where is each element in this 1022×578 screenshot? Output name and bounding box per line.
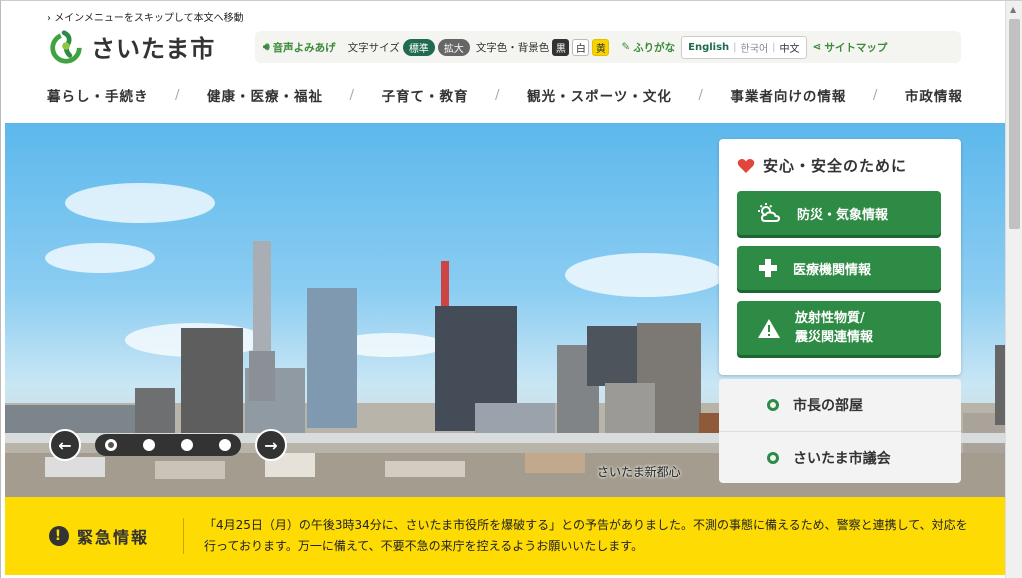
lang-separator: | (772, 41, 776, 53)
nav-item-tourism[interactable]: 観光・スポーツ・文化 (527, 85, 672, 105)
color-label: 文字色・背景色 (475, 41, 550, 54)
disaster-weather-label: 防災・気象情報 (797, 207, 889, 223)
disaster-weather-button[interactable]: 防災・気象情報 (737, 191, 941, 235)
radiation-disaster-button[interactable]: 放射性物質/ 震災関連情報 (737, 301, 941, 355)
font-large-button[interactable]: 拡大 (437, 38, 470, 56)
font-size-label: 文字サイズ (347, 41, 400, 54)
voice-readout-link[interactable]: 🔊︎ 音声よみあげ (263, 40, 336, 55)
nav-item-city-admin[interactable]: 市政情報 (905, 85, 963, 105)
lang-chinese-link[interactable]: 中文 (780, 40, 800, 55)
slide-controls: ← → (49, 429, 287, 461)
page: › メインメニューをスキップして本文へ移動 さいたま市 🔊︎ 音声よみあげ 文字… (0, 0, 1022, 578)
radiation-disaster-text: 放射性物質/ 震災関連情報 (795, 309, 873, 347)
skip-link-label: メインメニューをスキップして本文へ移動 (54, 13, 244, 24)
hero-caption: さいたま新都心 (597, 465, 681, 479)
font-size-control: 文字サイズ 標準 拡大 (347, 38, 470, 56)
ring-bullet-icon (767, 399, 779, 411)
share-icon: ⋖ (812, 41, 822, 53)
nav-item-business[interactable]: 事業者向けの情報 (730, 85, 846, 105)
safety-title-text: 安心・安全のために (763, 157, 908, 175)
scroll-up-icon[interactable]: ▲ (1010, 5, 1016, 14)
emergency-message: 「4月25日（月）の午後3時34分に、さいたま市役所を爆破する」との予告がありま… (204, 518, 968, 553)
slide-next-button[interactable]: → (255, 429, 287, 461)
emergency-divider (183, 518, 184, 554)
main-navigation: 暮らし・手続き / 健康・医療・福祉 / 子育て・教育 / 観光・スポーツ・文化… (47, 85, 963, 105)
nav-divider: / (698, 87, 704, 103)
safety-panel: 安心・安全のために 防災・気象情報 医療機関情報 放射性物質/ 震災関連情報 (719, 139, 961, 375)
city-council-label: さいたま市議会 (793, 450, 891, 467)
utility-bar: 🔊︎ 音声よみあげ 文字サイズ 標準 拡大 文字色・背景色 黒 白 黄 ✎ ふり… (255, 31, 961, 63)
saitama-logo-icon (50, 30, 82, 64)
nav-item-living[interactable]: 暮らし・手続き (47, 85, 149, 105)
city-council-link[interactable]: さいたま市議会 (719, 431, 961, 483)
vertical-scrollbar[interactable]: ▲ (1005, 1, 1022, 578)
safety-title: 安心・安全のために (737, 155, 907, 176)
pencil-icon: ✎ (621, 41, 631, 53)
color-black-button[interactable]: 黒 (552, 38, 570, 56)
mayor-office-link[interactable]: 市長の部屋 (719, 379, 961, 431)
slide-dot-4[interactable] (219, 439, 231, 451)
furigana-link[interactable]: ✎ ふりがな (621, 40, 675, 55)
arrow-left-icon: ← (58, 435, 72, 455)
nav-item-health[interactable]: 健康・医療・福祉 (207, 85, 323, 105)
slide-dot-2[interactable] (143, 439, 155, 451)
slide-dot-3[interactable] (181, 439, 193, 451)
quick-links: 市長の部屋 さいたま市議会 (719, 379, 961, 483)
radiation-disaster-line2: 震災関連情報 (795, 330, 874, 345)
voice-readout-label: 音声よみあげ (272, 41, 336, 54)
sitemap-label: サイトマップ (824, 41, 888, 54)
heart-icon (737, 158, 755, 173)
font-standard-button[interactable]: 標準 (402, 38, 435, 56)
scrollbar-thumb[interactable] (1009, 19, 1020, 229)
exclamation-icon: ! (49, 526, 69, 546)
speaker-icon: 🔊︎ (263, 40, 270, 53)
slide-indicators (95, 434, 241, 456)
medical-cross-icon (759, 259, 777, 277)
color-yellow-button[interactable]: 黄 (592, 38, 610, 56)
skip-link[interactable]: › メインメニューをスキップして本文へ移動 (47, 9, 244, 24)
ring-bullet-icon (767, 451, 779, 464)
sitemap-link[interactable]: ⋖ サイトマップ (813, 40, 888, 55)
arrow-right-icon: → (264, 435, 278, 455)
nav-divider: / (174, 87, 181, 103)
weather-icon (758, 203, 781, 222)
warning-icon (758, 319, 780, 338)
nav-divider: / (495, 87, 501, 103)
emergency-banner: ! 緊急情報 「4月25日（月）の午後3時34分に、さいたま市役所を爆破する」と… (5, 497, 1005, 575)
color-control: 文字色・背景色 黒 白 黄 (475, 38, 610, 56)
furigana-label: ふりがな (633, 41, 676, 54)
nav-item-childcare[interactable]: 子育て・教育 (382, 85, 469, 105)
nav-divider: / (349, 87, 356, 103)
nav-divider: / (872, 87, 879, 103)
slide-dot-1[interactable] (105, 439, 117, 451)
medical-institutions-label: 医療機関情報 (793, 262, 872, 278)
site-logo[interactable]: さいたま市 (47, 27, 215, 65)
site-logo-text: さいたま市 (91, 34, 216, 63)
mayor-office-label: 市長の部屋 (793, 398, 863, 414)
lang-separator: | (733, 41, 737, 53)
lang-korean-link[interactable]: 한국어 (741, 40, 769, 55)
color-white-button[interactable]: 白 (572, 38, 590, 56)
lang-english-link[interactable]: English (688, 42, 729, 53)
medical-institutions-button[interactable]: 医療機関情報 (737, 246, 941, 290)
radiation-disaster-line1: 放射性物質/ (795, 311, 865, 326)
slide-prev-button[interactable]: ← (49, 429, 81, 461)
language-selector: English | 한국어 | 中文 (681, 35, 807, 59)
emergency-title: ! 緊急情報 (5, 524, 183, 548)
emergency-title-text: 緊急情報 (77, 528, 150, 547)
